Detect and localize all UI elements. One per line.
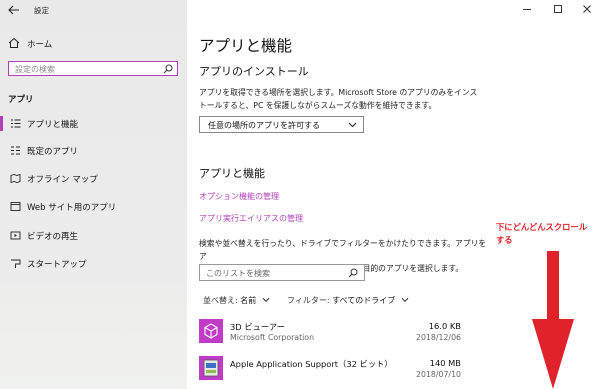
app-date: 2018/12/06 — [416, 333, 461, 342]
filter-value: すべてのドライブ — [332, 296, 396, 305]
3d-viewer-icon — [199, 319, 223, 343]
settings-search-input[interactable]: 設定の検索 — [8, 61, 178, 76]
web-apps-icon — [10, 202, 21, 211]
sort-value: 名前 — [240, 296, 257, 305]
chevron-down-icon — [262, 297, 270, 302]
installer-icon — [199, 356, 223, 380]
home-link[interactable]: ホーム — [8, 37, 178, 51]
filter-label: フィルター: — [287, 296, 330, 305]
scroll-down-arrow-icon — [532, 251, 574, 389]
sidebar-item-offline-maps[interactable]: オフライン マップ — [0, 170, 187, 188]
sidebar-item-label: 既定のアプリ — [27, 147, 79, 157]
app-publisher: Microsoft Corporation — [230, 333, 315, 342]
app-list-item[interactable]: Apple Application Support（32 ビット） 140 MB… — [199, 355, 461, 383]
search-icon[interactable] — [348, 268, 358, 278]
home-icon — [8, 37, 20, 48]
sidebar-item-label: Web サイト用のアプリ — [27, 203, 117, 213]
scroll-annotation-line: する — [496, 235, 513, 245]
sidebar-item-label: ビデオの再生 — [27, 232, 79, 242]
sidebar-item-label: スタートアップ — [27, 260, 87, 270]
home-label: ホーム — [27, 40, 53, 50]
sort-label: 並べ替え: — [203, 296, 238, 305]
apps-list-icon — [11, 119, 21, 128]
chevron-down-icon — [401, 297, 409, 302]
maximize-button[interactable] — [551, 2, 565, 16]
install-description-line: トールすると、PC を保護しながらスムーズな動作を維持できます。 — [199, 100, 437, 110]
window-title: 設定 — [34, 6, 49, 15]
app-size: 16.0 KB — [428, 321, 461, 331]
sidebar-item-apps-features[interactable]: アプリと機能 — [0, 115, 187, 133]
install-description-line: アプリを取得できる場所を選択します。Microsoft Store のアプリのみ… — [199, 88, 478, 97]
app-list-search-placeholder: このリストを検索 — [206, 269, 270, 278]
features-heading: アプリと機能 — [199, 167, 265, 180]
app-date: 2018/07/10 — [416, 370, 461, 379]
install-source-value: 任意の場所のアプリを許可する — [208, 121, 320, 130]
sidebar-item-startup[interactable]: スタートアップ — [0, 255, 187, 273]
sidebar-item-label: オフライン マップ — [27, 175, 98, 185]
install-source-dropdown[interactable]: 任意の場所のアプリを許可する — [199, 116, 364, 133]
features-description-line: 検索や並べ替えを行ったり、ドライブでフィルターをかけたりできます。アプリをア — [199, 239, 487, 261]
app-list-search-input[interactable]: このリストを検索 — [199, 264, 365, 281]
sidebar-item-video-playback[interactable]: ビデオの再生 — [0, 227, 187, 245]
install-heading: アプリのインストール — [199, 65, 309, 78]
sidebar-item-default-apps[interactable]: 既定のアプリ — [0, 142, 187, 160]
app-list-item[interactable]: 3D ビューアー Microsoft Corporation 16.0 KB 2… — [199, 318, 461, 346]
default-apps-icon — [11, 146, 20, 155]
optional-features-link[interactable]: オプション機能の管理 — [199, 191, 279, 202]
app-name: Apple Application Support（32 ビット） — [230, 359, 393, 369]
search-icon[interactable] — [163, 64, 173, 74]
close-button[interactable] — [580, 2, 594, 16]
sidebar-item-label: アプリと機能 — [27, 120, 79, 130]
app-alias-link[interactable]: アプリ実行エイリアスの管理 — [199, 213, 303, 224]
map-icon — [10, 173, 21, 184]
app-size: 140 MB — [429, 358, 461, 368]
sort-control[interactable]: 並べ替え: 名前 — [203, 295, 270, 306]
startup-icon — [11, 259, 21, 268]
filter-control[interactable]: フィルター: すべてのドライブ — [287, 295, 409, 306]
back-arrow-icon[interactable] — [7, 3, 21, 17]
chevron-down-icon — [348, 122, 357, 128]
video-icon — [10, 231, 21, 240]
scroll-annotation: 下にどんどんスクロール する — [496, 221, 596, 247]
sidebar: 設定 ホーム 設定の検索 アプリ アプリと機能 既定のアプリ オフライン マップ — [0, 0, 187, 389]
title-bar: 設定 — [0, 0, 187, 20]
minimize-button[interactable] — [520, 2, 534, 16]
page-title: アプリと機能 — [199, 37, 293, 55]
scroll-annotation-line: 下にどんどんスクロール — [496, 222, 588, 232]
app-name: 3D ビューアー — [230, 322, 285, 332]
section-heading-apps: アプリ — [8, 95, 34, 105]
sidebar-item-web-apps[interactable]: Web サイト用のアプリ — [0, 198, 187, 216]
install-description: アプリを取得できる場所を選択します。Microsoft Store のアプリのみ… — [199, 87, 489, 112]
settings-search-placeholder: 設定の検索 — [15, 65, 55, 74]
